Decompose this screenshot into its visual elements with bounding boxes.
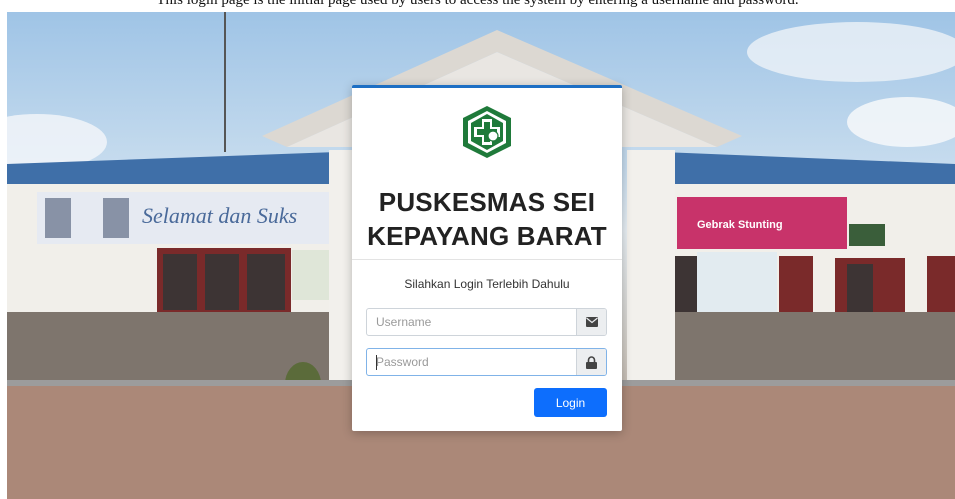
- username-addon: [576, 309, 606, 335]
- password-input[interactable]: [367, 349, 577, 375]
- login-card: PUSKESMAS SEI KEPAYANG BARAT Silahkan Lo…: [352, 85, 622, 431]
- page-caption: This login page is the initial page used…: [156, 0, 799, 8]
- login-title-line2: KEPAYANG BARAT: [367, 221, 607, 251]
- divider: [352, 259, 622, 260]
- password-addon: [576, 349, 606, 375]
- username-input[interactable]: [367, 309, 577, 335]
- login-subtitle: Silahkan Login Terlebih Dahulu: [404, 277, 570, 291]
- text-cursor: [376, 355, 377, 370]
- envelope-icon: [585, 317, 598, 327]
- lock-icon: [586, 355, 597, 369]
- login-title-line1: PUSKESMAS SEI: [378, 187, 596, 217]
- banner-left-text: Selamat dan Suks: [142, 203, 297, 228]
- password-field: [366, 348, 607, 376]
- login-title: PUSKESMAS SEI KEPAYANG BARAT: [352, 185, 622, 253]
- username-field: [366, 308, 607, 336]
- puskesmas-logo-icon: [463, 106, 511, 158]
- banner-right-text: Gebrak Stunting: [697, 219, 783, 231]
- login-button[interactable]: Login: [534, 388, 607, 417]
